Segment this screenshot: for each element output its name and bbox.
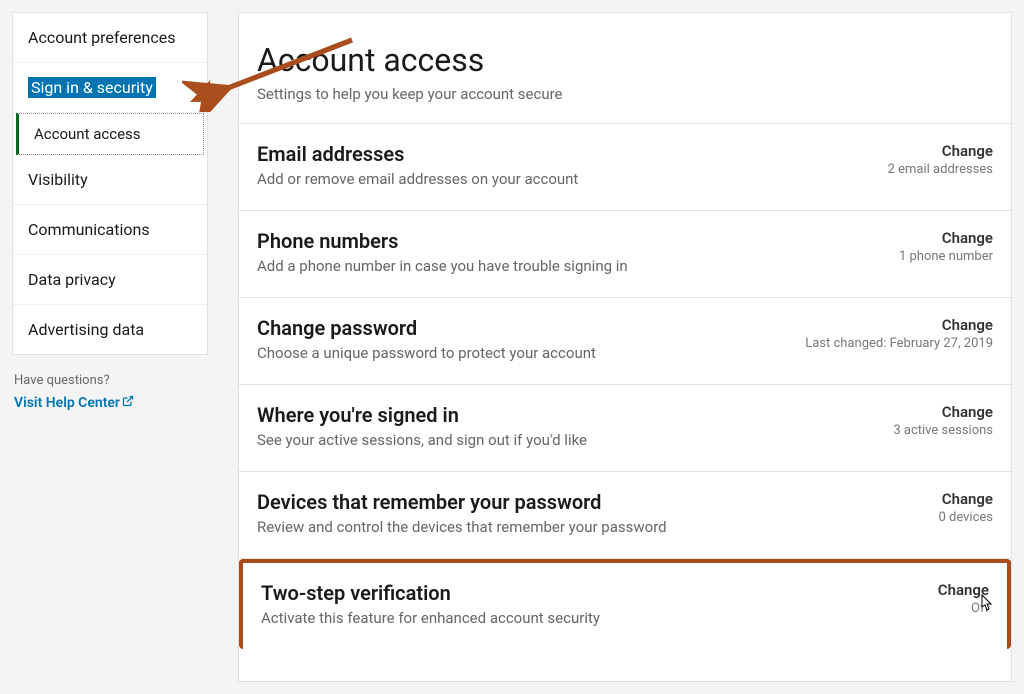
setting-title: Two-step verification	[261, 581, 918, 605]
sidebar-item-label: Sign in & security	[28, 77, 156, 98]
sidebar-item-advertising-data[interactable]: Advertising data	[13, 305, 207, 354]
sidebar-item-label: Advertising data	[28, 320, 144, 339]
setting-status: 3 active sessions	[893, 423, 993, 438]
sidebar-item-label: Communications	[28, 220, 150, 239]
help-question: Have questions?	[14, 373, 206, 388]
setting-title: Where you're signed in	[257, 403, 873, 427]
sidebar-item-data-privacy[interactable]: Data privacy	[13, 255, 207, 305]
setting-row-change-password[interactable]: Change password Choose a unique password…	[239, 298, 1011, 385]
change-link[interactable]: Change	[805, 316, 993, 334]
sidebar-item-sign-in-security[interactable]: Sign in & security	[13, 63, 207, 113]
setting-row-two-step-verification[interactable]: Two-step verification Activate this feat…	[239, 559, 1011, 649]
change-link[interactable]: Change	[888, 142, 993, 160]
sidebar: Account preferences Sign in & security A…	[12, 12, 208, 682]
help-link-text: Visit Help Center	[14, 395, 120, 411]
setting-title: Devices that remember your password	[257, 490, 918, 514]
help-center-link[interactable]: Visit Help Center	[14, 395, 134, 411]
setting-status: 1 phone number	[899, 249, 993, 264]
external-link-icon	[122, 395, 134, 411]
cursor-icon	[977, 593, 995, 615]
setting-desc: Activate this feature for enhanced accou…	[261, 609, 918, 627]
sidebar-item-label: Account access	[34, 125, 141, 143]
setting-row-email-addresses[interactable]: Email addresses Add or remove email addr…	[239, 124, 1011, 211]
page-title: Account access	[257, 41, 993, 79]
sidebar-item-label: Visibility	[28, 170, 88, 189]
setting-row-remembered-devices[interactable]: Devices that remember your password Revi…	[239, 472, 1011, 559]
setting-desc: Add a phone number in case you have trou…	[257, 257, 879, 275]
setting-desc: Choose a unique password to protect your…	[257, 344, 785, 362]
sidebar-help: Have questions? Visit Help Center	[12, 373, 208, 411]
setting-status: 2 email addresses	[888, 162, 993, 177]
setting-status: Last changed: February 27, 2019	[805, 336, 993, 351]
setting-desc: Add or remove email addresses on your ac…	[257, 170, 868, 188]
main-panel: Account access Settings to help you keep…	[238, 12, 1012, 682]
setting-desc: See your active sessions, and sign out i…	[257, 431, 873, 449]
setting-title: Phone numbers	[257, 229, 879, 253]
change-link[interactable]: Change	[899, 229, 993, 247]
page-subtitle: Settings to help you keep your account s…	[257, 85, 993, 103]
setting-title: Email addresses	[257, 142, 868, 166]
sidebar-item-communications[interactable]: Communications	[13, 205, 207, 255]
change-link[interactable]: Change	[938, 490, 993, 508]
sidebar-item-label: Account preferences	[28, 28, 175, 47]
page-header: Account access Settings to help you keep…	[239, 13, 1011, 124]
change-link[interactable]: Change	[893, 403, 993, 421]
setting-status: 0 devices	[938, 510, 993, 525]
setting-title: Change password	[257, 316, 785, 340]
setting-row-where-signed-in[interactable]: Where you're signed in See your active s…	[239, 385, 1011, 472]
sidebar-item-account-access[interactable]: Account access	[16, 113, 204, 155]
sidebar-item-visibility[interactable]: Visibility	[13, 155, 207, 205]
setting-desc: Review and control the devices that reme…	[257, 518, 918, 536]
setting-row-phone-numbers[interactable]: Phone numbers Add a phone number in case…	[239, 211, 1011, 298]
sidebar-item-account-preferences[interactable]: Account preferences	[13, 13, 207, 63]
sidebar-item-label: Data privacy	[28, 270, 116, 289]
